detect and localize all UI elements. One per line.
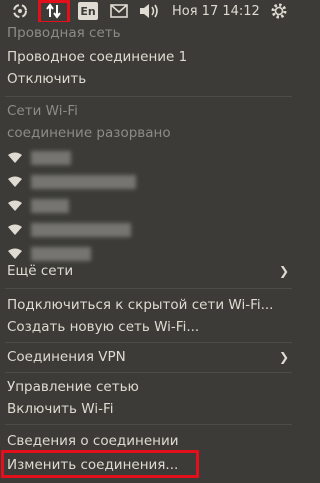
network-menu: Проводная сеть Проводное соединение 1 От… <box>0 22 297 483</box>
create-new-network-item[interactable]: Создать новую сеть Wi-Fi... <box>7 316 297 338</box>
separator <box>5 372 292 373</box>
manage-network-item[interactable]: Управление сетью <box>7 376 297 398</box>
ubuntu-settings-icon[interactable] <box>10 1 30 21</box>
separator <box>5 342 292 343</box>
wifi-signal-icon <box>8 224 22 235</box>
wired-connection-item[interactable]: Проводное соединение 1 <box>7 46 297 68</box>
obscured-network-name <box>31 151 71 165</box>
vpn-connections-item[interactable]: Соединения VPN ❯ <box>7 346 297 368</box>
wifi-network-item[interactable] <box>7 218 287 240</box>
obscured-network-name <box>31 223 131 237</box>
more-networks-label: Ещё сети <box>7 263 74 279</box>
keyboard-layout-label: En <box>80 4 96 18</box>
separator <box>5 424 292 425</box>
obscured-network-name <box>31 199 69 213</box>
wifi-signal-icon <box>8 152 22 163</box>
power-gear-icon[interactable] <box>268 1 290 21</box>
wifi-signal-icon <box>8 176 22 187</box>
disconnect-item[interactable]: Отключить <box>7 68 297 90</box>
top-panel: En Ноя 17 14:12 <box>0 0 297 24</box>
wifi-status: соединение разорвано <box>7 125 171 141</box>
wifi-header: Сети Wi-Fi <box>7 103 78 119</box>
chevron-right-icon: ❯ <box>278 350 289 364</box>
mail-icon[interactable] <box>109 3 129 19</box>
separator <box>5 288 292 289</box>
separator <box>5 96 292 97</box>
enable-wifi-item[interactable]: Включить Wi-Fi <box>7 398 297 420</box>
volume-icon[interactable] <box>137 2 161 20</box>
network-icon-highlight <box>38 0 70 24</box>
more-networks-item[interactable]: Ещё сети ❯ <box>7 260 297 282</box>
wifi-network-item[interactable] <box>7 146 287 168</box>
wifi-signal-icon <box>8 200 22 211</box>
connection-info-item[interactable]: Сведения о соединении <box>7 430 297 452</box>
connect-hidden-network-item[interactable]: Подключиться к скрытой сети Wi-Fi... <box>7 294 297 316</box>
wired-header: Проводная сеть <box>7 25 121 41</box>
datetime[interactable]: Ноя 17 14:12 <box>172 1 260 21</box>
keyboard-icon[interactable]: En <box>78 2 98 20</box>
wifi-network-item[interactable] <box>7 170 287 192</box>
obscured-network-name <box>31 175 136 189</box>
obscured-network-name <box>31 247 91 261</box>
chevron-right-icon: ❯ <box>278 264 289 278</box>
vpn-connections-label: Соединения VPN <box>7 349 126 365</box>
edit-connections-highlight <box>1 450 199 478</box>
wifi-network-item[interactable] <box>7 194 287 216</box>
wifi-signal-icon <box>8 248 22 259</box>
